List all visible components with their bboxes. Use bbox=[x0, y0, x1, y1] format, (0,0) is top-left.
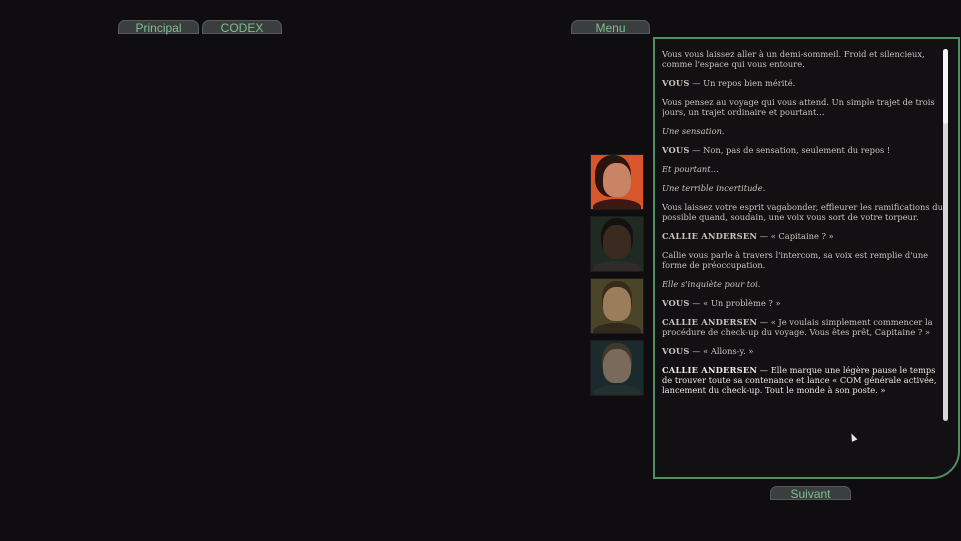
narration-text: Vous vous laissez aller à un demi-sommei… bbox=[662, 49, 925, 69]
tab-menu[interactable]: Menu bbox=[571, 20, 650, 35]
inner-thought: Elle s'inquiète pour toi. bbox=[662, 279, 761, 289]
dialogue-line: CALLIE ANDERSEN — « Capitaine ? » bbox=[662, 231, 944, 241]
dialogue-panel: Vous vous laissez aller à un demi-sommei… bbox=[653, 37, 960, 479]
dialogue-text: — « Un problème ? » bbox=[689, 298, 781, 308]
narration-text: Callie vous parle à travers l'intercom, … bbox=[662, 250, 929, 270]
dialogue-text: — « Capitaine ? » bbox=[757, 231, 834, 241]
portrait-character-2[interactable] bbox=[590, 216, 644, 272]
dialogue-text: — Un repos bien mérité. bbox=[689, 78, 796, 88]
speaker-name: VOUS bbox=[662, 78, 690, 88]
portrait-character-3[interactable] bbox=[590, 278, 644, 334]
speaker-name: CALLIE ANDERSEN bbox=[662, 231, 758, 241]
speaker-name: VOUS bbox=[662, 298, 690, 308]
tab-codex[interactable]: CODEX bbox=[202, 20, 282, 35]
next-button[interactable]: Suivant bbox=[770, 486, 851, 501]
inner-thought: Et pourtant… bbox=[662, 164, 719, 174]
dialogue-text: — Non, pas de sensation, seulement du re… bbox=[689, 145, 891, 155]
dialogue-line: VOUS — Un repos bien mérité. bbox=[662, 78, 944, 88]
narration-text: Vous pensez au voyage qui vous attend. U… bbox=[662, 97, 935, 117]
tab-principal[interactable]: Principal bbox=[118, 20, 199, 35]
dialogue-line: VOUS — Non, pas de sensation, seulement … bbox=[662, 145, 944, 155]
speaker-name: VOUS bbox=[662, 145, 690, 155]
narration-text: Vous laissez votre esprit vagabonder, ef… bbox=[662, 202, 943, 222]
dialogue-line: CALLIE ANDERSEN — Elle marque une légère… bbox=[662, 365, 944, 395]
dialogue-scrollbar[interactable] bbox=[943, 49, 948, 421]
portrait-character-4[interactable] bbox=[590, 340, 644, 396]
dialogue-text: — « Allons-y. » bbox=[689, 346, 754, 356]
inner-thought: Une terrible incertitude. bbox=[662, 183, 766, 193]
speaker-name: CALLIE ANDERSEN bbox=[662, 365, 758, 375]
dialogue-line: VOUS — « Un problème ? » bbox=[662, 298, 944, 308]
speaker-name: CALLIE ANDERSEN bbox=[662, 317, 758, 327]
inner-thought: Une sensation. bbox=[662, 126, 725, 136]
scrollbar-thumb[interactable] bbox=[943, 49, 948, 124]
portrait-character-1[interactable] bbox=[590, 154, 644, 210]
character-portraits bbox=[590, 154, 644, 402]
dialogue-line: VOUS — « Allons-y. » bbox=[662, 346, 944, 356]
dialogue-line: CALLIE ANDERSEN — « Je voulais simplemen… bbox=[662, 317, 944, 337]
dialogue-log[interactable]: Vous vous laissez aller à un demi-sommei… bbox=[662, 49, 944, 424]
speaker-name: VOUS bbox=[662, 346, 690, 356]
